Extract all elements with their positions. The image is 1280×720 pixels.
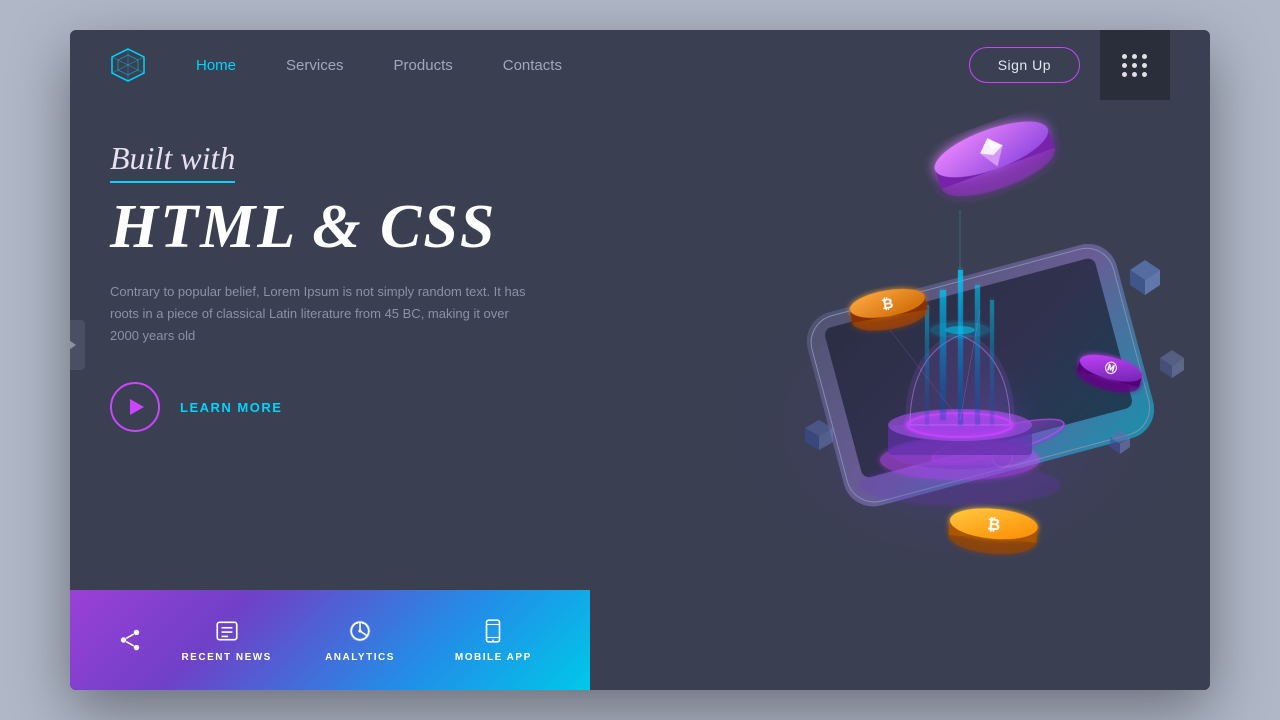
play-button[interactable] — [110, 382, 160, 432]
hero-illustration: ₿ ₿ Ⓜ — [650, 70, 1210, 570]
signup-button[interactable]: Sign Up — [969, 47, 1080, 83]
bottom-mobile-app[interactable]: MOBILE APP — [427, 618, 560, 663]
mobile-app-icon — [480, 618, 506, 644]
hero-text: Built with HTML & CSS Contrary to popula… — [110, 130, 610, 432]
signup-wrapper: Sign Up — [969, 47, 1080, 83]
hero-section: Built with HTML & CSS Contrary to popula… — [70, 100, 1210, 590]
nav-home[interactable]: Home — [196, 57, 236, 74]
recent-news-icon — [214, 618, 240, 644]
hero-description: Contrary to popular belief, Lorem Ipsum … — [110, 281, 530, 347]
navbar: Home Services Products Contacts Sign Up — [70, 30, 1210, 100]
analytics-icon — [347, 618, 373, 644]
nav-contacts[interactable]: Contacts — [503, 57, 562, 74]
hero-title: HTML & CSS — [110, 193, 610, 261]
bottom-recent-news[interactable]: RECENT NEWS — [160, 618, 293, 663]
share-icon-wrapper[interactable] — [100, 627, 160, 653]
svg-text:₿: ₿ — [986, 515, 1001, 534]
side-arrow-button[interactable] — [70, 320, 85, 370]
share-icon — [117, 627, 143, 653]
main-container: Home Services Products Contacts Sign Up … — [70, 30, 1210, 690]
logo-icon[interactable] — [110, 47, 146, 83]
bottom-bar: RECENT NEWS ANALYTICS — [70, 590, 590, 690]
play-icon — [130, 399, 144, 415]
learn-more-link[interactable]: LEARN MORE — [180, 400, 282, 415]
dots-grid-icon — [1122, 54, 1148, 77]
hero-subtitle: Built with — [110, 140, 235, 183]
bottom-analytics[interactable]: ANALYTICS — [293, 618, 426, 663]
nav-services[interactable]: Services — [286, 57, 344, 74]
recent-news-label: RECENT NEWS — [181, 652, 271, 663]
nav-products[interactable]: Products — [394, 57, 453, 74]
analytics-label: ANALYTICS — [325, 652, 395, 663]
nav-links: Home Services Products Contacts — [196, 57, 969, 74]
mobile-app-label: MOBILE APP — [455, 652, 532, 663]
menu-dots-button[interactable] — [1100, 30, 1170, 100]
arrow-right-icon — [70, 338, 76, 352]
cta-area: LEARN MORE — [110, 382, 610, 432]
